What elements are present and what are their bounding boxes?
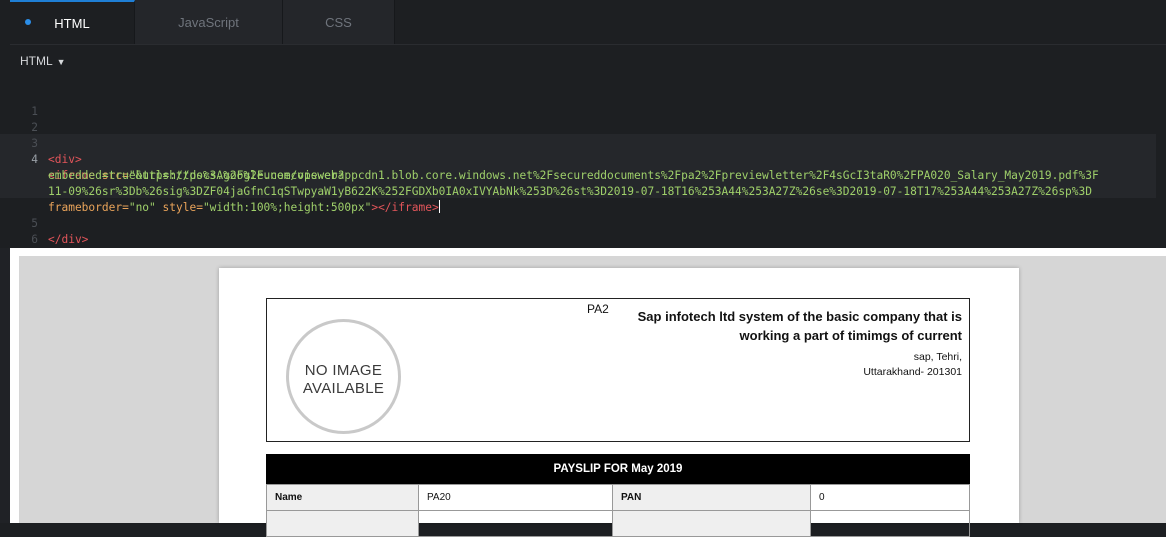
code-line: 3 <div> <box>10 120 1166 166</box>
no-image-text: NO IMAGE AVAILABLE <box>289 362 398 398</box>
payslip-page: NO IMAGE AVAILABLE PA2 Sap infotech ltd … <box>219 268 1019 537</box>
tab-css[interactable]: CSS <box>283 0 395 44</box>
address-line2: Uttarakhand- 201301 <box>863 366 962 378</box>
table-cell <box>612 510 811 537</box>
code-line: 4 <iframe src="https://docs.google.com/v… <box>10 136 1166 182</box>
tab-css-label: CSS <box>325 15 352 30</box>
table-cell <box>266 510 419 537</box>
tab-javascript-label: JavaScript <box>178 15 239 30</box>
company-name-line2: working a part of timimgs of current <box>739 328 962 343</box>
name-value: PA20 <box>418 484 613 511</box>
employee-details-table: Name PA20 PAN 0 <box>266 484 970 537</box>
payslip-title: PAYSLIP FOR May 2019 <box>266 454 970 484</box>
tab-html-label: HTML <box>54 16 90 31</box>
code-line: 11-09%26sr%3Db%26sig%3DZF04jaGfnC1qSTwpy… <box>10 168 1166 198</box>
code-line: 2 <box>10 104 1166 134</box>
table-row <box>266 510 970 537</box>
no-image-placeholder: NO IMAGE AVAILABLE <box>286 319 401 434</box>
table-cell <box>418 510 613 537</box>
language-label: HTML <box>20 54 53 68</box>
code-line: embedded=true&url=https%3A%2F%2Funeecops… <box>10 152 1166 182</box>
no-image-line2: AVAILABLE <box>302 380 385 397</box>
code-line: 1 <box>10 88 1166 118</box>
tab-javascript[interactable]: JavaScript <box>135 0 283 44</box>
company-name-line1: Sap infotech ltd system of the basic com… <box>637 309 962 324</box>
no-image-line1: NO IMAGE <box>304 362 383 379</box>
code-editor: HTML JavaScript CSS HTML ▼ 1 2 3 <div> 4 … <box>0 0 1166 248</box>
name-label: Name <box>266 484 419 511</box>
tab-html[interactable]: HTML <box>10 0 135 44</box>
company-name: Sap infotech ltd system of the basic com… <box>602 307 962 345</box>
active-tab-dot-icon <box>25 19 31 25</box>
line-number: 6 <box>31 233 38 246</box>
code-area[interactable]: 1 2 3 <div> 4 <iframe src="https://docs.… <box>10 88 1166 246</box>
table-row: Name PA20 PAN 0 <box>266 484 970 511</box>
address-line1: sap, Tehri, <box>913 351 962 363</box>
table-cell <box>810 510 970 537</box>
company-address: sap, Tehri, Uttarakhand- 201301 <box>662 350 962 380</box>
code-text: </div> <box>48 232 1166 248</box>
editor-tab-bar: HTML JavaScript CSS <box>10 0 1166 45</box>
code-token-tag: </div> <box>48 233 89 246</box>
pan-value: 0 <box>810 484 970 511</box>
code-line: frameborder="no" style="width:100%;heigh… <box>10 184 1166 214</box>
pan-label: PAN <box>612 484 811 511</box>
language-selector[interactable]: HTML ▼ <box>20 54 66 68</box>
code-line: 5 </div> <box>10 200 1166 246</box>
caret-down-icon: ▼ <box>56 57 66 67</box>
company-header-box: NO IMAGE AVAILABLE PA2 Sap infotech ltd … <box>266 298 970 442</box>
code-line: 6 <box>10 216 1166 246</box>
